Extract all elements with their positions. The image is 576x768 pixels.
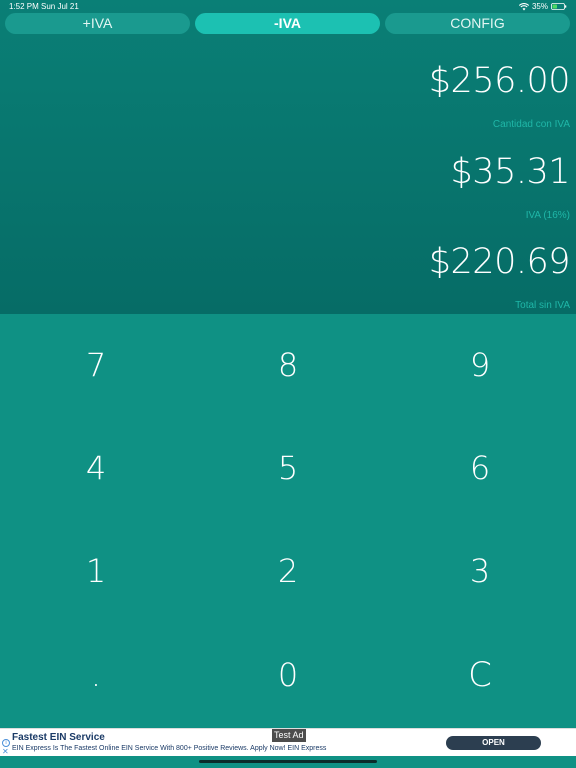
status-date: Sun Jul 21 <box>41 2 79 11</box>
home-area <box>0 756 576 768</box>
total-without-tax: $220.69 <box>428 242 571 282</box>
ad-banner[interactable]: i ✕ Fastest EIN Service EIN Express Is T… <box>0 728 576 756</box>
key-0[interactable]: 0 <box>192 624 384 727</box>
tab-remove-iva[interactable]: -IVA <box>195 13 380 34</box>
amount-with-tax: $256.00 <box>428 61 571 101</box>
status-right: 35% <box>518 0 567 13</box>
key-decimal[interactable]: . <box>0 624 192 727</box>
tax-label: IVA (16%) <box>525 210 570 221</box>
key-7[interactable]: 7 <box>0 314 192 417</box>
ad-info-icon[interactable]: i <box>2 739 10 747</box>
mode-tabs: +IVA -IVA CONFIG <box>5 13 571 34</box>
key-6[interactable]: 6 <box>384 417 576 520</box>
clear-button[interactable]: C <box>384 624 576 727</box>
tab-add-iva[interactable]: +IVA <box>5 13 190 34</box>
status-time: 1:52 PM <box>9 2 39 11</box>
ad-title[interactable]: Fastest EIN Service <box>12 732 105 743</box>
key-9[interactable]: 9 <box>384 314 576 417</box>
ad-close-icon[interactable]: ✕ <box>2 748 9 756</box>
wifi-icon <box>518 2 529 10</box>
test-ad-badge: Test Ad <box>272 729 306 742</box>
battery-percent: 35% <box>531 2 548 11</box>
home-indicator[interactable] <box>199 760 377 763</box>
key-2[interactable]: 2 <box>192 520 384 623</box>
amount-with-tax-label: Cantidad con IVA <box>492 119 570 130</box>
key-8[interactable]: 8 <box>192 314 384 417</box>
status-bar: 1:52 PM Sun Jul 21 35% <box>0 0 576 13</box>
key-5[interactable]: 5 <box>192 417 384 520</box>
total-without-tax-label: Total sin IVA <box>515 300 570 311</box>
tab-config[interactable]: CONFIG <box>385 13 570 34</box>
key-3[interactable]: 3 <box>384 520 576 623</box>
ad-description: EIN Express Is The Fastest Online EIN Se… <box>12 745 327 752</box>
key-1[interactable]: 1 <box>0 520 192 623</box>
ad-open-button[interactable]: OPEN <box>446 736 541 750</box>
keypad: 7 8 9 4 5 6 1 2 3 . 0 C <box>0 314 576 727</box>
tax-amount: $35.31 <box>450 152 571 192</box>
battery-icon <box>551 3 567 10</box>
key-4[interactable]: 4 <box>0 417 192 520</box>
